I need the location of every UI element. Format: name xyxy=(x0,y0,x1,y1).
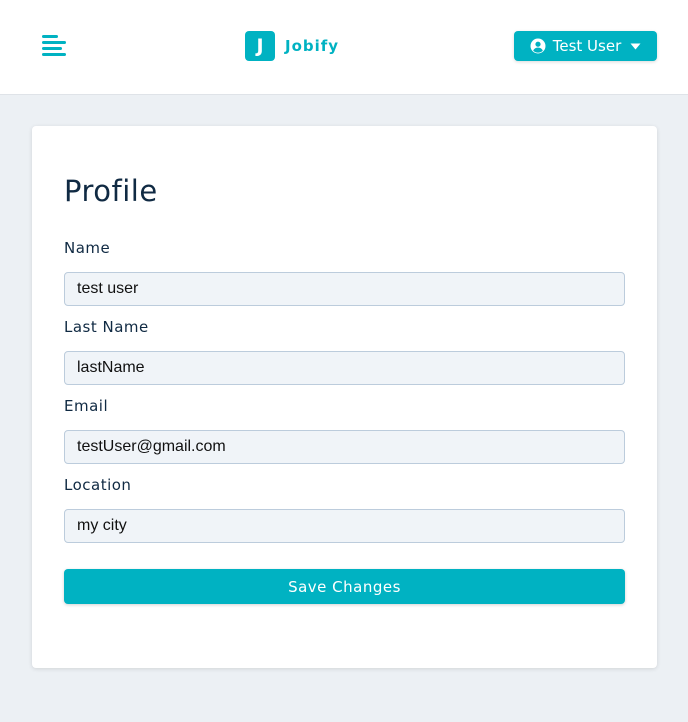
form-row-email: Email xyxy=(64,397,625,464)
profile-card: Profile Name Last Name Email Location Sa… xyxy=(32,126,657,668)
menu-icon xyxy=(42,35,66,56)
location-label: Location xyxy=(64,476,132,494)
last-name-label: Last Name xyxy=(64,318,149,336)
caret-down-icon xyxy=(630,43,641,50)
logo-text: Jobify xyxy=(285,37,340,55)
user-circle-icon xyxy=(530,38,546,54)
logo-mark: J xyxy=(245,31,275,61)
user-menu-label: Test User xyxy=(552,37,622,55)
name-input[interactable] xyxy=(64,272,625,306)
logo: J Jobify xyxy=(245,31,339,61)
form-row-last-name: Last Name xyxy=(64,318,625,385)
location-input[interactable] xyxy=(64,509,625,543)
email-label: Email xyxy=(64,397,109,415)
form-row-name: Name xyxy=(64,239,625,306)
form-row-location: Location xyxy=(64,476,625,543)
sidebar-toggle-button[interactable] xyxy=(40,33,68,59)
email-input[interactable] xyxy=(64,430,625,464)
save-changes-button[interactable]: Save Changes xyxy=(64,569,625,604)
user-menu-button[interactable]: Test User xyxy=(514,31,657,61)
name-label: Name xyxy=(64,239,111,257)
last-name-input[interactable] xyxy=(64,351,625,385)
page-title: Profile xyxy=(64,174,158,208)
navbar: J Jobify Test User xyxy=(0,0,688,95)
